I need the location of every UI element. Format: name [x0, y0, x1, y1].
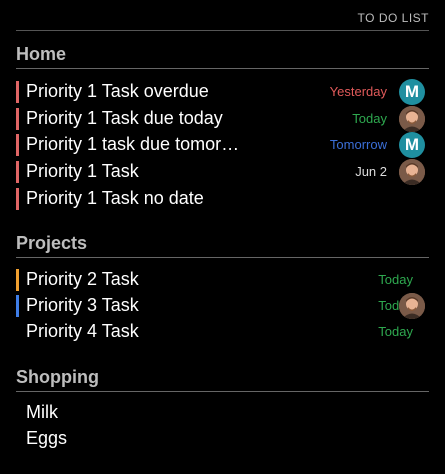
header: TO DO LIST	[16, 6, 429, 31]
task-item[interactable]: Milk	[16, 400, 429, 426]
app-title: TO DO LIST	[357, 11, 429, 25]
assignee-avatar	[399, 159, 425, 185]
task-name: Priority 1 task due tomor…	[26, 134, 240, 154]
task-name: Priority 2 Task	[26, 269, 139, 289]
task-item[interactable]: Priority 1 Task overdue Yesterday M	[16, 79, 429, 105]
priority-bar	[16, 81, 19, 103]
task-due-date: Tomorrow	[329, 137, 387, 152]
task-due-date: Today	[378, 324, 413, 339]
task-item[interactable]: Eggs	[16, 426, 429, 452]
task-name: Priority 4 Task	[26, 321, 139, 341]
task-item[interactable]: Priority 1 Task Jun 2	[16, 159, 429, 185]
task-due-date: Today	[378, 272, 413, 287]
task-name: Priority 1 Task overdue	[26, 81, 209, 101]
task-item[interactable]: Priority 1 task due tomor… Tomorrow M	[16, 132, 429, 158]
task-item[interactable]: Priority 3 Task Today	[16, 293, 429, 319]
task-item[interactable]: Priority 1 Task due today Today	[16, 106, 429, 132]
assignee-avatar: M	[399, 132, 425, 158]
priority-bar	[16, 161, 19, 183]
section-title-home: Home	[16, 44, 429, 69]
task-name: Priority 1 Task	[26, 161, 139, 181]
person-photo-icon	[399, 159, 425, 185]
task-item[interactable]: Priority 2 Task Today	[16, 267, 429, 293]
priority-bar	[16, 188, 19, 210]
section-title-shopping: Shopping	[16, 367, 429, 392]
task-due-date: Yesterday	[329, 84, 387, 99]
task-due-date: Jun 2	[355, 164, 387, 179]
task-item[interactable]: Priority 1 Task no date	[16, 186, 429, 212]
priority-bar	[16, 269, 19, 291]
person-photo-icon	[399, 293, 425, 319]
assignee-avatar	[399, 293, 425, 319]
task-name: Priority 1 Task no date	[26, 188, 204, 208]
priority-bar	[16, 295, 19, 317]
task-due-date: Today	[352, 111, 387, 126]
person-photo-icon	[399, 106, 425, 132]
task-name: Priority 3 Task	[26, 295, 139, 315]
priority-bar	[16, 134, 19, 156]
task-name: Eggs	[26, 428, 68, 448]
priority-bar	[16, 108, 19, 130]
task-name: Milk	[26, 402, 58, 422]
task-item[interactable]: Priority 4 Task Today	[16, 319, 429, 345]
section-title-projects: Projects	[16, 233, 429, 258]
assignee-avatar: M	[399, 79, 425, 105]
assignee-avatar	[399, 106, 425, 132]
task-name: Priority 1 Task due today	[26, 108, 223, 128]
